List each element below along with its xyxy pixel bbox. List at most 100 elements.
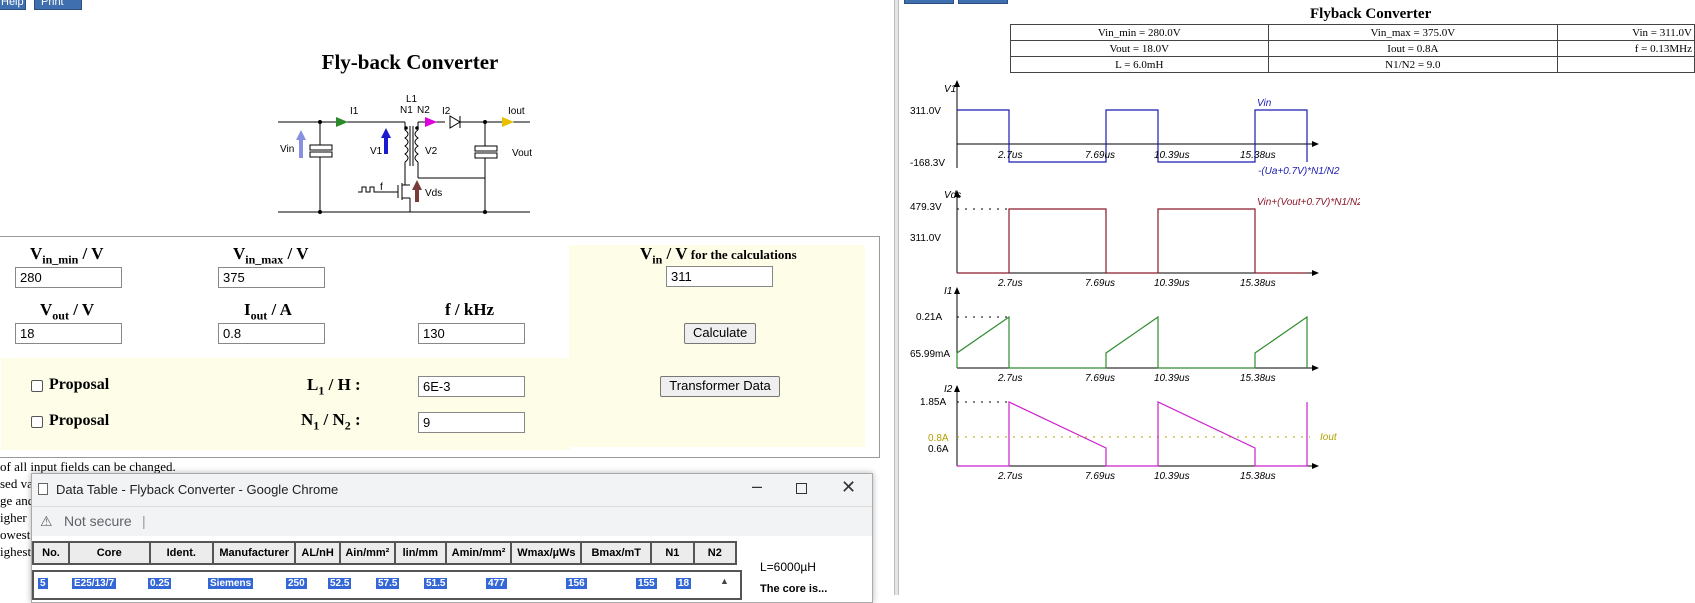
param-f: f = 0.13MHz <box>1557 40 1695 57</box>
i1-axis-name: I1 <box>944 286 952 297</box>
vds-waveform <box>957 208 1307 274</box>
i1-tick-3: 10.39us <box>1154 373 1190 384</box>
vin-max-label: Vin_max / V <box>233 244 309 267</box>
core-table: No. Core Ident. Manufacturer AL/nH Ain/m… <box>32 541 738 565</box>
cell-al: 250 <box>286 578 307 589</box>
l1-label: L1 <box>406 94 418 105</box>
scroll-up-icon[interactable]: ▲ <box>720 576 729 586</box>
popup-titlebar[interactable]: Data Table - Flyback Converter - Google … <box>32 474 872 506</box>
i2-label-iout: Iout <box>1320 432 1338 443</box>
v2-label: V2 <box>425 146 438 157</box>
proposal-l1-checkbox[interactable] <box>31 380 43 392</box>
vds-tick-3: 10.39us <box>1154 278 1190 289</box>
cell-ain: 52.5 <box>328 578 352 589</box>
vout-label: Vout <box>512 148 532 159</box>
col-no: No. <box>32 541 70 565</box>
help-button[interactable]: Help <box>0 0 26 10</box>
proposal-panel <box>1 358 571 450</box>
l1-input[interactable]: 6E-3 <box>418 376 525 397</box>
page-title: Fly-back Converter <box>321 50 499 74</box>
i1-tick-2: 7.69us <box>1085 373 1115 384</box>
warning-icon: ⚠ <box>40 513 53 529</box>
plot-i2: I2 1.85A 0.8A 0.6A Iout 2.7us 7.69us 10.… <box>920 384 1338 482</box>
v1-tick-2: 7.69us <box>1085 150 1115 161</box>
col-manufacturer: Manufacturer <box>212 541 297 565</box>
col-amin: Amin/mm² <box>444 541 513 565</box>
col-n2: N2 <box>692 541 738 565</box>
param-n1n2: N1/N2 = 9.0 <box>1267 56 1559 73</box>
col-n1: N1 <box>650 541 695 565</box>
transformer-data-button[interactable]: Transformer Data <box>660 376 780 397</box>
calculate-button[interactable]: Calculate <box>684 323 756 344</box>
address-bar[interactable]: ⚠ Not secure | <box>32 506 872 536</box>
freq-input[interactable]: 130 <box>418 323 525 344</box>
note-line-6: ighest <box>0 544 32 559</box>
vin-calc-input[interactable]: 311 <box>666 266 773 287</box>
param-vin-min: Vin_min = 280.0V <box>1010 24 1269 41</box>
vin-label: Vin <box>280 144 294 155</box>
param-iout: Iout = 0.8A <box>1267 40 1559 57</box>
cell-n1: 155 <box>636 578 657 589</box>
col-wmax: Wmax/µWs <box>510 541 583 565</box>
pane-divider[interactable] <box>894 0 899 595</box>
i2-y-hi: 1.85A <box>920 397 946 408</box>
i1-y-lo: 65.99mA <box>910 349 950 360</box>
proposal-n-label: Proposal <box>49 412 110 429</box>
v1-tick-3: 10.39us <box>1154 150 1190 161</box>
table-header: No. Core Ident. Manufacturer AL/nH Ain/m… <box>32 541 738 565</box>
page-icon <box>38 483 48 495</box>
minimize-icon[interactable]: – <box>752 476 762 497</box>
col-lin: lin/mm <box>393 541 447 565</box>
vin-max-input[interactable]: 375 <box>218 267 325 288</box>
v1-label-bot: -(Ua+0.7V)*N1/N2 <box>1258 166 1340 177</box>
vds-label-top: Vin+(Vout+0.7V)*N1/N2 <box>1257 197 1360 208</box>
vin-min-input[interactable]: 280 <box>15 267 122 288</box>
cell-core: E25/13/7 <box>72 578 117 589</box>
note-line-3: ge and <box>0 493 35 508</box>
waveform-plots: V1 311.0V -168.3V Vin -(Ua+0.7V)*N1/N2 2… <box>910 80 1360 482</box>
v1-y-hi: 311.0V <box>910 106 941 117</box>
data-table-popup: Data Table - Flyback Converter - Google … <box>31 473 873 603</box>
print-button[interactable]: Print <box>34 0 82 10</box>
right-top-button-2[interactable] <box>958 0 1008 4</box>
cell-n2: 18 <box>676 578 692 589</box>
vds-tick-2: 7.69us <box>1085 278 1115 289</box>
plot-vds: Vds 479.3V 311.0V Vin+(Vout+0.7V)*N1/N2 … <box>910 190 1360 289</box>
popup-title: Data Table - Flyback Converter - Google … <box>56 482 339 497</box>
flyback-schematic: L1 N1 N2 I1 I2 Iout Vin V1 V2 Vout f Vds <box>270 90 560 220</box>
right-top-button-1[interactable] <box>904 0 954 4</box>
f-label: f <box>380 182 383 193</box>
col-ident: Ident. <box>148 541 215 565</box>
i2-y-mid: 0.8A <box>928 433 949 444</box>
note-line-4: igher <box>0 510 27 525</box>
i1-tick-4: 15.38us <box>1240 373 1276 384</box>
n1n2-input[interactable]: 9 <box>418 412 525 433</box>
i2-tick-2: 7.69us <box>1085 471 1115 482</box>
n2-label: N2 <box>417 105 430 116</box>
vds-y-mid: 311.0V <box>910 233 941 244</box>
freq-label: f / kHz <box>445 300 495 319</box>
iout-input[interactable]: 0.8 <box>218 323 325 344</box>
proposal-n-checkbox[interactable] <box>31 416 43 428</box>
i2-y-lo: 0.6A <box>928 444 949 455</box>
v1-label: V1 <box>370 146 383 157</box>
v1-y-lo: -168.3V <box>910 158 945 169</box>
vout-input[interactable]: 18 <box>15 323 122 344</box>
maximize-icon[interactable] <box>796 483 807 494</box>
plot-i1: I1 0.21A 65.99mA 2.7us 7.69us 10.39us 15… <box>910 286 1319 384</box>
close-icon[interactable]: ✕ <box>841 477 856 498</box>
n1n2-label: N1 / N2 : <box>301 410 361 433</box>
i1-tick-1: 2.7us <box>997 373 1022 384</box>
note-line-2: sed va <box>0 476 33 491</box>
n1-label: N1 <box>400 105 413 116</box>
cell-no: 5 <box>38 578 48 589</box>
param-vout: Vout = 18.0V <box>1010 40 1269 57</box>
table-row[interactable]: 5 E25/13/7 0.25 Siemens 250 52.5 57.5 51… <box>32 570 742 600</box>
vout-label: Vout / V <box>40 300 95 323</box>
i2-axis-name: I2 <box>944 384 953 395</box>
proposal-l1-label: Proposal <box>49 376 110 393</box>
cell-bmax: 156 <box>566 578 587 589</box>
vds-label: Vds <box>425 188 442 199</box>
vds-tick-1: 2.7us <box>997 278 1022 289</box>
i2-waveform <box>957 401 1308 467</box>
